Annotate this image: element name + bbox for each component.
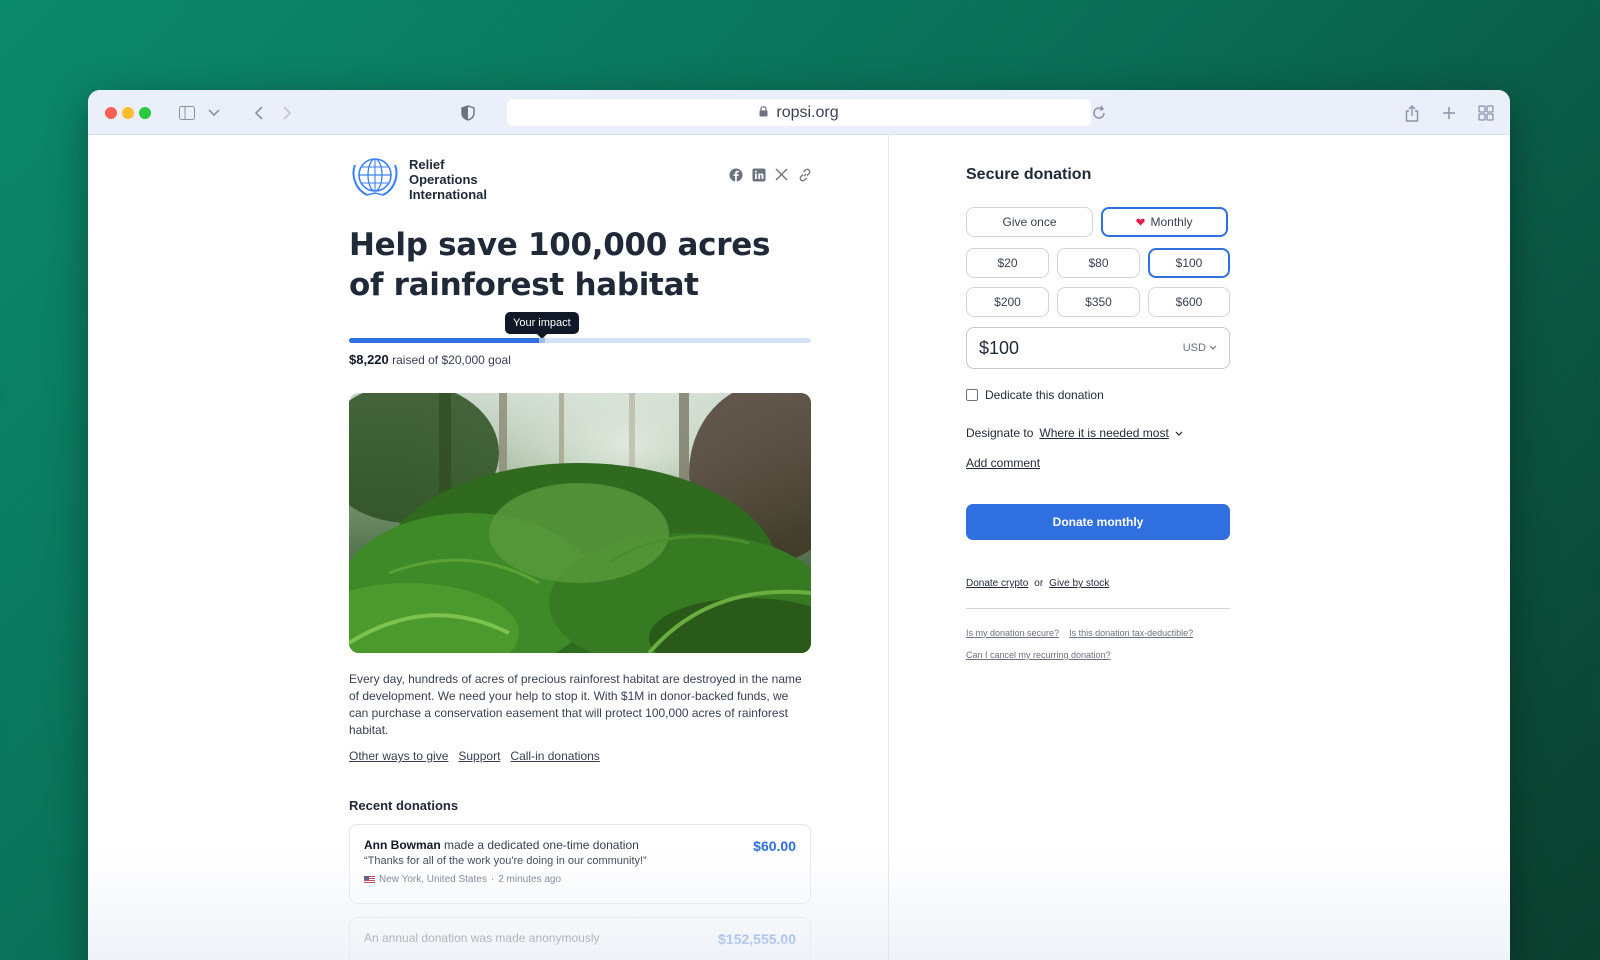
browser-window: ropsi.org Relief Operations Internationa… — [88, 90, 1510, 960]
org-header[interactable]: Relief Operations International — [349, 155, 509, 204]
or-text: or — [1034, 578, 1044, 589]
share-links — [728, 167, 812, 182]
donation-time: 2 minutes ago — [498, 874, 562, 885]
address-bar[interactable]: ropsi.org — [507, 99, 1091, 126]
progress-impact — [539, 338, 545, 343]
amount-input[interactable]: $100 USD — [966, 327, 1230, 369]
dedicate-checkbox[interactable] — [966, 389, 978, 401]
linkedin-icon[interactable] — [751, 167, 766, 182]
minimize-window-button[interactable] — [122, 107, 134, 119]
donation-meta: New York, United States · 2 minutes ago — [364, 874, 796, 885]
recent-donations-heading: Recent donations — [349, 798, 459, 813]
raised-summary: $8,220 raised of $20,000 goal — [349, 352, 511, 367]
back-icon[interactable] — [248, 102, 270, 124]
amount-100-button[interactable]: $100 — [1148, 248, 1230, 278]
tab-overview-icon[interactable] — [1475, 102, 1497, 124]
close-window-button[interactable] — [105, 107, 117, 119]
designate-row: Designate to Where it is needed most — [966, 426, 1183, 440]
progress-bar — [349, 338, 811, 343]
link-icon[interactable] — [797, 167, 812, 182]
donor-name: Ann Bowman — [364, 838, 441, 852]
impact-tooltip: Your impact — [505, 312, 579, 339]
url-text: ropsi.org — [776, 103, 839, 121]
page-content: Relief Operations International Help sav… — [88, 135, 1510, 960]
amount-20-button[interactable]: $20 — [966, 248, 1049, 278]
facebook-icon[interactable] — [728, 167, 743, 182]
faq-row: Can I cancel my recurring donation? — [966, 650, 1111, 660]
amount-600-button[interactable]: $600 — [1148, 287, 1230, 317]
chevron-down-icon[interactable] — [1175, 426, 1183, 440]
raised-goal: raised of $20,000 goal — [392, 353, 511, 367]
faq-row: Is my donation secure? Is this donation … — [966, 628, 1193, 638]
campaign-description: Every day, hundreds of acres of precious… — [349, 672, 802, 737]
lock-icon — [759, 104, 768, 122]
sidebar-toggle-icon[interactable] — [176, 102, 198, 124]
donation-panel: Secure donation Give once Monthly $20 $8… — [888, 135, 1510, 960]
forward-icon[interactable] — [276, 102, 298, 124]
currency-label: USD — [1182, 342, 1206, 354]
monthly-label: Monthly — [1150, 215, 1193, 229]
chevron-down-icon[interactable] — [203, 102, 225, 124]
campaign-links: Other ways to give Support Call-in donat… — [349, 749, 600, 763]
page-title: Help save 100,000 acres of rainforest ha… — [349, 227, 771, 303]
give-stock-link[interactable]: Give by stock — [1049, 578, 1109, 589]
shield-icon[interactable] — [457, 102, 479, 124]
meta-separator: · — [490, 874, 495, 885]
donate-crypto-link[interactable]: Donate crypto — [966, 578, 1028, 589]
give-once-button[interactable]: Give once — [966, 207, 1093, 237]
faq-tax-link[interactable]: Is this donation tax-deductible? — [1069, 628, 1193, 638]
zoom-window-button[interactable] — [139, 107, 151, 119]
amount-80-button[interactable]: $80 — [1057, 248, 1140, 278]
campaign-panel: Relief Operations International Help sav… — [88, 135, 888, 960]
donation-location: New York, United States — [379, 874, 487, 885]
add-comment-link[interactable]: Add comment — [966, 456, 1040, 470]
raised-amount: $8,220 — [349, 352, 389, 367]
faq-secure-link[interactable]: Is my donation secure? — [966, 628, 1059, 638]
reload-icon[interactable] — [1088, 102, 1110, 124]
support-link[interactable]: Support — [458, 749, 500, 763]
bottom-fade — [889, 850, 1510, 960]
donation-amount: $60.00 — [753, 838, 796, 854]
donation-title: Secure donation — [966, 166, 1092, 183]
heart-icon — [1136, 215, 1146, 229]
chevron-down-icon — [1209, 342, 1217, 354]
org-name: Relief Operations International — [409, 157, 488, 202]
us-flag-icon — [364, 875, 375, 884]
donate-monthly-button[interactable]: Donate monthly — [966, 504, 1230, 540]
monthly-button[interactable]: Monthly — [1101, 207, 1228, 237]
dedicate-label: Dedicate this donation — [985, 388, 1104, 402]
globe-logo-icon — [349, 155, 401, 204]
progress-fill — [349, 338, 539, 343]
divider — [966, 608, 1230, 609]
other-ways-link[interactable]: Other ways to give — [349, 749, 448, 763]
donation-amount: $152,555.00 — [718, 931, 796, 947]
donation-card-line: Ann Bowman made a dedicated one-time don… — [364, 838, 796, 852]
faq-cancel-link[interactable]: Can I cancel my recurring donation? — [966, 650, 1111, 660]
rainforest-hero-image — [349, 393, 811, 653]
browser-toolbar: ropsi.org — [88, 90, 1510, 135]
x-icon[interactable] — [774, 167, 789, 182]
amount-value: $100 — [979, 337, 1020, 358]
new-tab-icon[interactable] — [1438, 102, 1460, 124]
share-icon[interactable] — [1401, 102, 1423, 124]
currency-select[interactable]: USD — [1183, 342, 1217, 354]
amount-350-button[interactable]: $350 — [1057, 287, 1140, 317]
designate-select[interactable]: Where it is needed most — [1039, 426, 1168, 440]
donation-quote: “Thanks for all of the work you're doing… — [364, 855, 647, 867]
designate-label: Designate to — [966, 426, 1034, 440]
amount-200-button[interactable]: $200 — [966, 287, 1049, 317]
donation-card: Ann Bowman made a dedicated one-time don… — [349, 824, 811, 904]
donation-card: An annual donation was made anonymously … — [349, 917, 811, 960]
donation-action: made a dedicated one-time donation — [444, 838, 639, 852]
call-in-link[interactable]: Call-in donations — [510, 749, 599, 763]
alt-donation-links: Donate crypto or Give by stock — [966, 578, 1109, 589]
donation-action: An annual donation was made anonymously — [364, 931, 600, 945]
dedicate-checkbox-row[interactable]: Dedicate this donation — [966, 388, 1104, 402]
